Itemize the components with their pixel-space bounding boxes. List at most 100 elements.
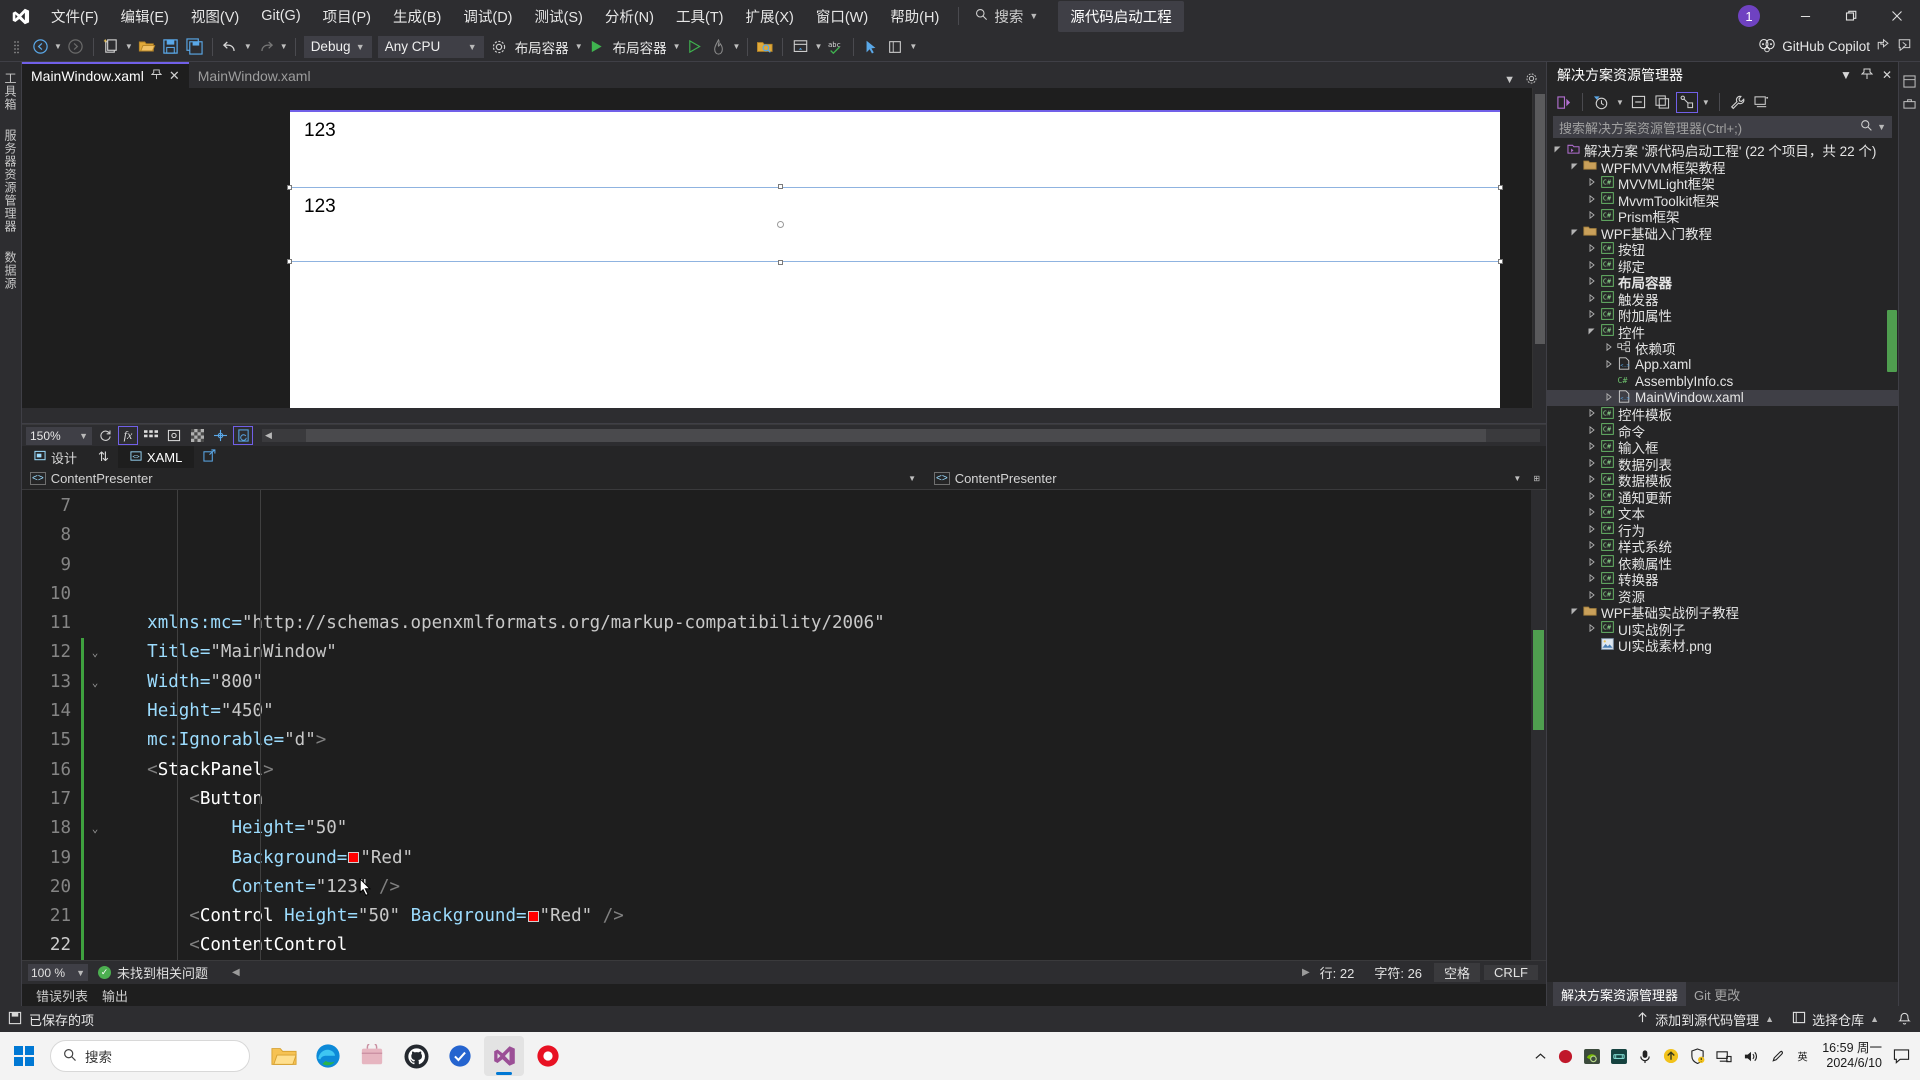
menu-file[interactable]: 文件(F) (40, 0, 110, 32)
ime-icon[interactable]: 英 (1796, 1049, 1811, 1064)
designer-effects-fx-button[interactable]: fx (118, 426, 138, 445)
close-button[interactable] (1874, 0, 1920, 32)
navigate-backward-button[interactable] (28, 35, 52, 59)
color-swatch-red[interactable] (348, 852, 360, 864)
tree-node[interactable]: C# 控件 (1547, 324, 1898, 341)
designer-zoom-combo[interactable]: 150% ▼ (26, 426, 92, 445)
taskbar-clock[interactable]: 16:59 周一 2024/6/10 (1822, 1041, 1882, 1071)
startup-project-dropdown-icon[interactable]: ▼ (573, 42, 585, 51)
tree-node[interactable]: C# 布局容器 (1547, 274, 1898, 291)
taskbar-search-box[interactable]: 搜索 (50, 1040, 250, 1072)
solution-configuration-combo[interactable]: Debug ▼ (303, 35, 372, 58)
scroll-left-arrow-icon[interactable]: ◀ (232, 967, 240, 978)
update-icon[interactable] (1663, 1048, 1679, 1064)
start-debug-button[interactable] (585, 35, 609, 59)
breadcrumb-right-element[interactable]: <> ContentPresenter (926, 471, 1065, 486)
expander-closed-icon[interactable] (1585, 277, 1598, 287)
issues-indicator[interactable]: ✓ 未找到相关问题 (98, 963, 208, 982)
menu-tools[interactable]: 工具(T) (665, 0, 735, 32)
designer-scroll-thumb[interactable] (1535, 94, 1545, 344)
taskbar-app-store[interactable] (352, 1036, 392, 1076)
save-all-button[interactable] (183, 35, 207, 59)
rail-item-data-sources[interactable]: 数据源 (2, 251, 19, 290)
nav-back-dropdown-icon[interactable]: ▼ (52, 42, 64, 51)
notification-badge[interactable]: 1 (1738, 5, 1760, 27)
design-preview-window[interactable]: 123 123 (287, 110, 1503, 408)
chevron-down-icon[interactable]: ▼ (1877, 122, 1886, 132)
pin-icon[interactable] (150, 69, 163, 83)
tree-node[interactable]: C# MVVMLight框架 (1547, 175, 1898, 192)
solution-tree[interactable]: 解决方案 '源代码启动工程' (22 个项目，共 22 个) WPFMVVM框架教… (1547, 142, 1898, 982)
gear-icon[interactable] (1525, 72, 1538, 88)
chevron-up-icon[interactable] (1534, 1050, 1547, 1063)
pop-out-button[interactable] (194, 449, 225, 465)
design-element-button[interactable]: 123 (290, 112, 1500, 187)
tree-node[interactable]: WPF基础实战例子教程 (1547, 604, 1898, 621)
microphone-icon[interactable] (1638, 1049, 1652, 1064)
redo-button[interactable] (254, 35, 278, 59)
adorner-handle-b[interactable] (778, 260, 783, 265)
tree-node[interactable]: C# 数据模板 (1547, 472, 1898, 489)
designer-vertical-scrollbar[interactable] (1532, 88, 1546, 408)
tree-node[interactable]: C# 数据列表 (1547, 456, 1898, 473)
tree-node[interactable]: C# 控件模板 (1547, 406, 1898, 423)
close-icon[interactable]: ✕ (169, 68, 180, 84)
scroll-right-arrow-icon[interactable]: ▶ (1302, 967, 1310, 978)
code-line[interactable]: xmlns:mc="http://schemas.openxmlformats.… (105, 609, 1531, 638)
expander-closed-icon[interactable] (1585, 442, 1598, 452)
tab-output[interactable]: 输出 (102, 986, 128, 1005)
window-layout-button[interactable] (788, 35, 812, 59)
color-swatch-red[interactable] (527, 910, 539, 922)
tree-node[interactable]: C# 绑定 (1547, 258, 1898, 275)
designer-snapping-button[interactable] (164, 426, 184, 445)
adorner-handle-t[interactable] (778, 184, 783, 189)
indentation-indicator[interactable]: 空格 (1434, 963, 1481, 982)
adorner-handle-bl[interactable] (287, 259, 292, 264)
chevron-down-icon[interactable]: ▼ (902, 474, 922, 483)
open-file-button[interactable] (135, 35, 159, 59)
preview-selected-items-button[interactable] (1751, 92, 1773, 113)
live-visual-tree-button[interactable] (883, 35, 907, 59)
tree-node[interactable]: C# 通知更新 (1547, 489, 1898, 506)
expander-open-icon[interactable] (1585, 327, 1598, 337)
rail-item-server-explorer[interactable]: 服务器资源管理器 (2, 129, 19, 233)
global-search-box[interactable]: 搜索 ▼ (967, 0, 1046, 32)
code-line[interactable]: <ContentControl (105, 931, 1531, 960)
expander-closed-icon[interactable] (1585, 541, 1598, 551)
navigate-forward-button[interactable] (64, 35, 88, 59)
code-line[interactable]: Height="50" (105, 814, 1531, 843)
tree-node[interactable]: C# 转换器 (1547, 571, 1898, 588)
wrench-settings-button[interactable] (1727, 92, 1749, 113)
chevron-down-icon[interactable]: ▼ (1507, 474, 1527, 483)
code-line[interactable]: <StackPanel> (105, 756, 1531, 785)
expander-closed-icon[interactable] (1585, 623, 1598, 634)
breadcrumb-left-element[interactable]: <> ContentPresenter (22, 471, 161, 486)
designer-horizontal-scrollbar[interactable] (22, 408, 1546, 423)
expander-closed-icon[interactable] (1585, 475, 1598, 485)
chevron-down-icon[interactable]: ▼ (1504, 74, 1515, 86)
taskbar-app-github-desktop[interactable] (396, 1036, 436, 1076)
tree-node[interactable]: C# 附加属性 (1547, 307, 1898, 324)
tree-node[interactable]: C# 文本 (1547, 505, 1898, 522)
tree-node[interactable]: UI实战素材.png (1547, 637, 1898, 654)
chevron-down-icon[interactable]: ▼ (1840, 68, 1852, 82)
menu-build[interactable]: 生成(B) (382, 0, 452, 32)
code-text[interactable]: xmlns:mc="http://schemas.openxmlformats.… (105, 490, 1531, 960)
designer-transparency-button[interactable] (187, 426, 207, 445)
code-line[interactable]: <Control Height="50" Background= "Red" /> (105, 902, 1531, 931)
designer-refresh-button[interactable] (95, 426, 115, 445)
tree-node[interactable]: <.> MainWindow.xaml (1547, 389, 1898, 406)
expander-open-icon[interactable] (1568, 162, 1581, 172)
expander-closed-icon[interactable] (1585, 491, 1598, 502)
footer-tab-git-changes[interactable]: Git 更改 (1686, 982, 1748, 1006)
expander-open-icon[interactable] (1568, 607, 1581, 617)
adorner-handle-br[interactable] (1498, 259, 1503, 264)
menu-extensions[interactable]: 扩展(X) (735, 0, 805, 32)
show-all-files-button[interactable] (1652, 92, 1674, 113)
startup-project-label[interactable]: 布局容器 (511, 37, 573, 57)
maximize-restore-button[interactable] (1828, 0, 1874, 32)
notification-icon[interactable] (1893, 1048, 1910, 1064)
expander-closed-icon[interactable] (1602, 359, 1615, 370)
expander-closed-icon[interactable] (1602, 392, 1615, 403)
code-line[interactable]: mc:Ignorable="d"> (105, 726, 1531, 755)
